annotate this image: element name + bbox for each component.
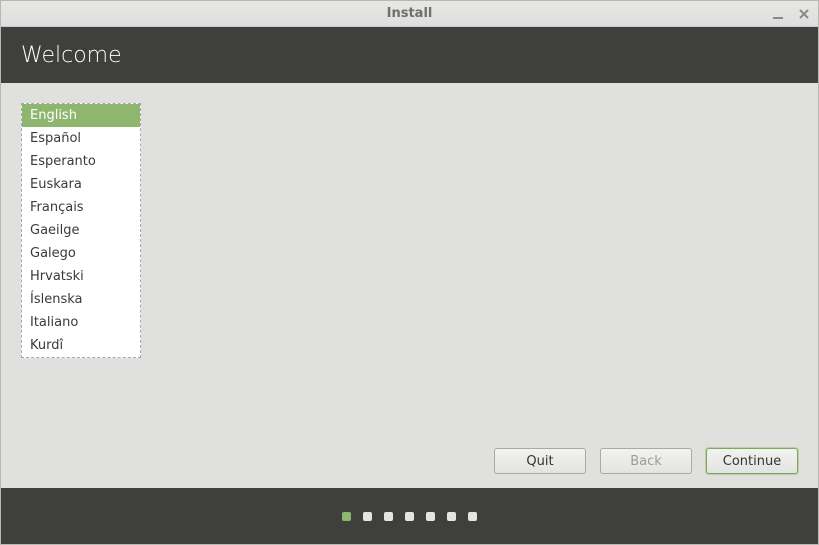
progress-step-dot: [405, 512, 414, 521]
language-list[interactable]: EnglishEspañolEsperantoEuskaraFrançaisGa…: [21, 103, 141, 358]
install-window: Install Welcome EnglishEspañolEsperantoE…: [0, 0, 819, 545]
page-title: Welcome: [21, 43, 122, 68]
progress-footer: [1, 488, 818, 544]
language-item[interactable]: Hrvatski: [22, 265, 140, 288]
titlebar: Install: [1, 1, 818, 27]
language-item[interactable]: Español: [22, 127, 140, 150]
continue-button[interactable]: Continue: [706, 448, 798, 474]
page-header: Welcome: [1, 27, 818, 83]
progress-step-dot: [342, 512, 351, 521]
progress-step-dot: [447, 512, 456, 521]
close-button[interactable]: [796, 6, 812, 22]
language-item[interactable]: Íslenska: [22, 288, 140, 311]
back-button: Back: [600, 448, 692, 474]
progress-step-dot: [468, 512, 477, 521]
language-item[interactable]: Kurdî: [22, 334, 140, 357]
minimize-button[interactable]: [770, 6, 786, 22]
content-area: EnglishEspañolEsperantoEuskaraFrançaisGa…: [1, 83, 818, 438]
language-item[interactable]: Galego: [22, 242, 140, 265]
language-item[interactable]: Gaeilge: [22, 219, 140, 242]
language-item[interactable]: Italiano: [22, 311, 140, 334]
progress-step-dot: [426, 512, 435, 521]
quit-button[interactable]: Quit: [494, 448, 586, 474]
button-row: Quit Back Continue: [1, 438, 818, 488]
window-controls: [770, 1, 812, 26]
language-item[interactable]: Euskara: [22, 173, 140, 196]
language-item[interactable]: English: [22, 104, 140, 127]
progress-step-dot: [363, 512, 372, 521]
language-item[interactable]: Esperanto: [22, 150, 140, 173]
progress-step-dot: [384, 512, 393, 521]
window-title: Install: [387, 6, 433, 21]
language-item[interactable]: Français: [22, 196, 140, 219]
